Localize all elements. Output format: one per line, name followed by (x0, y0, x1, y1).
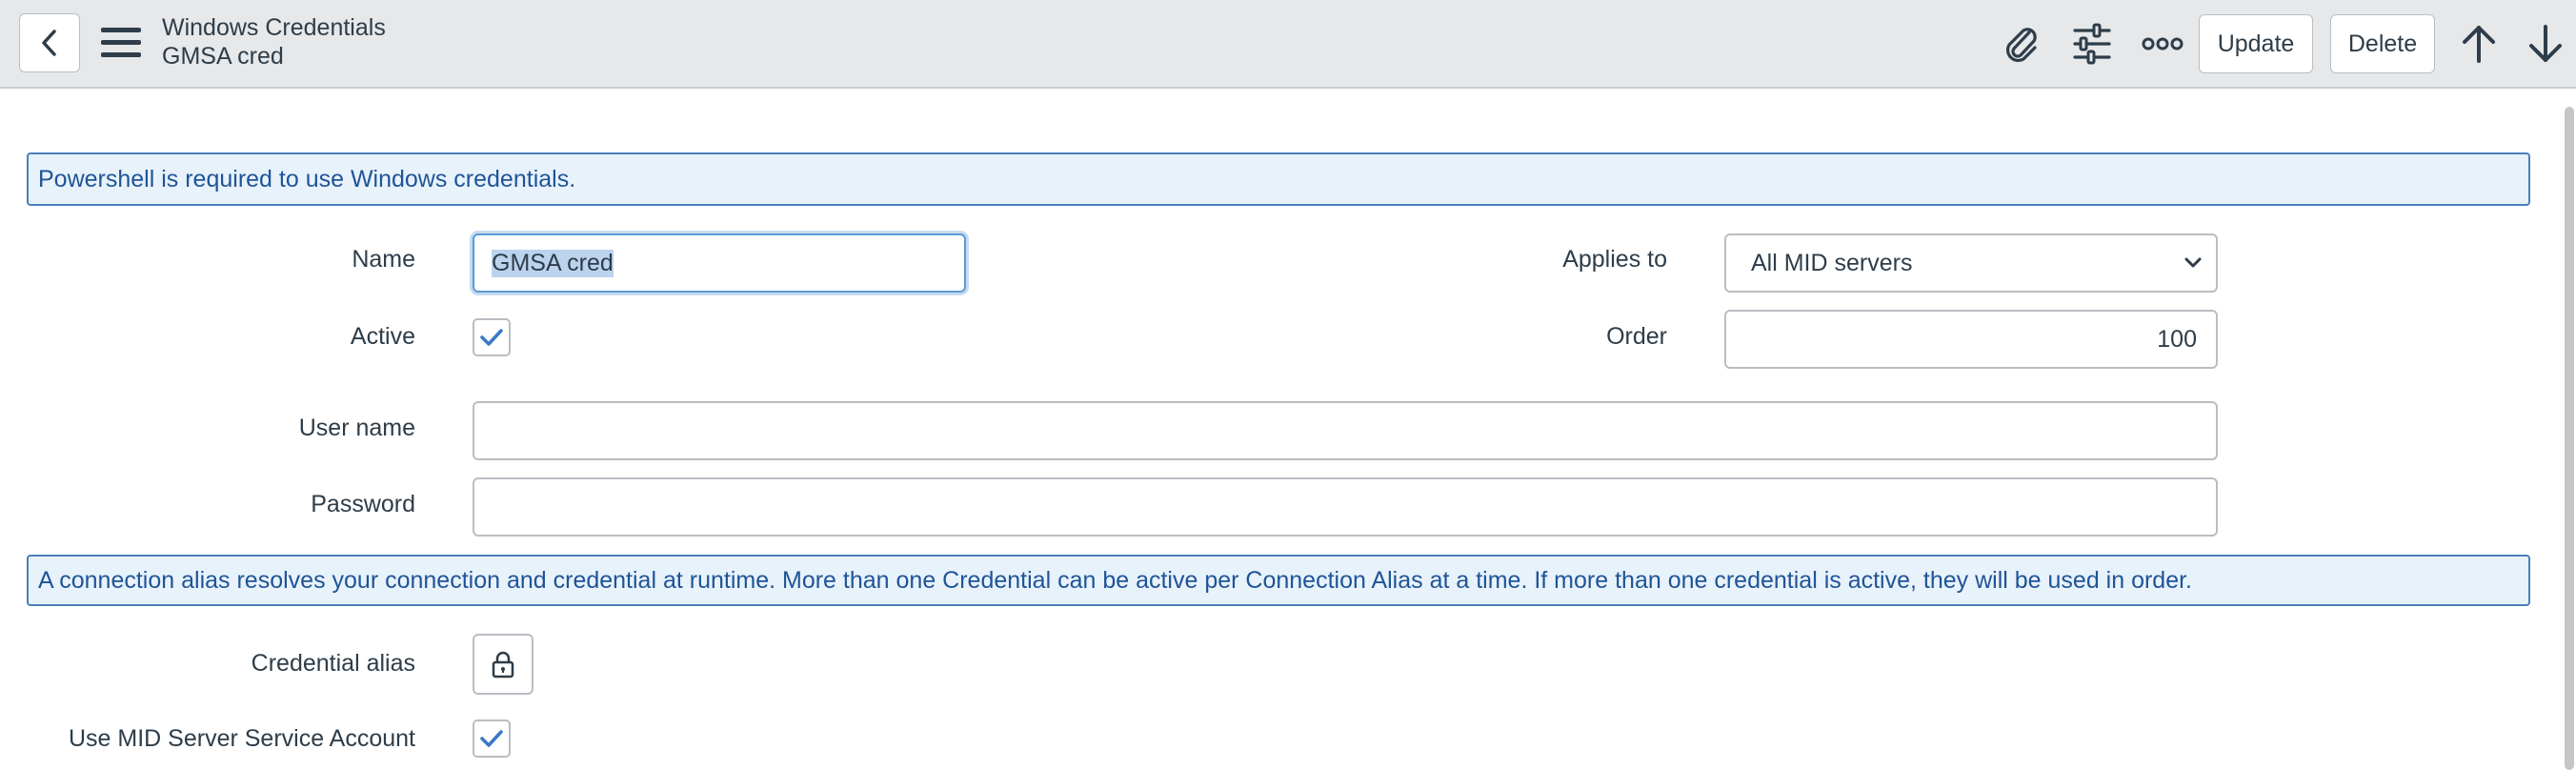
name-label: Name (352, 246, 415, 273)
info-banner-connection-alias: A connection alias resolves your connect… (27, 555, 2530, 606)
name-value: GMSA cred (492, 249, 614, 277)
use-mid-account-checkbox[interactable] (473, 719, 511, 758)
personalize-form-button[interactable] (2067, 19, 2117, 69)
password-input[interactable] (473, 477, 2218, 537)
previous-record-button[interactable] (2454, 19, 2504, 69)
chevron-down-icon (2184, 257, 2202, 268)
checkmark-icon (480, 730, 503, 747)
chevron-left-icon (42, 30, 56, 56)
order-label: Order (1606, 323, 1667, 350)
credential-alias-label: Credential alias (251, 650, 415, 677)
sliders-icon (2073, 23, 2111, 65)
delete-button[interactable]: Delete (2330, 14, 2435, 73)
next-record-button[interactable] (2521, 19, 2570, 69)
arrow-down-icon (2529, 25, 2562, 62)
table-title: Windows Credentials (162, 14, 386, 41)
use-mid-account-label: Use MID Server Service Account (68, 725, 415, 752)
more-options-button[interactable] (2138, 19, 2187, 69)
lock-icon (492, 651, 514, 679)
back-button[interactable] (19, 13, 80, 72)
update-button[interactable]: Update (2199, 14, 2313, 73)
form-header: Windows Credentials GMSA cred Update Del… (0, 0, 2576, 89)
record-title: Windows Credentials GMSA cred (162, 13, 386, 71)
attachment-button[interactable] (1997, 19, 2046, 69)
info-banner-powershell: Powershell is required to use Windows cr… (27, 152, 2530, 206)
vertical-scrollbar[interactable] (2565, 107, 2574, 770)
order-value: 100 (2157, 325, 2197, 353)
paperclip-icon (2005, 28, 2037, 63)
user-name-label: User name (298, 415, 415, 441)
applies-to-label: Applies to (1562, 246, 1667, 273)
applies-to-select[interactable]: All MID servers (1724, 233, 2218, 293)
more-options-icon (2142, 37, 2184, 51)
credential-alias-unlock-button[interactable] (473, 634, 533, 695)
active-checkbox[interactable] (473, 318, 511, 356)
banner-text: Powershell is required to use Windows cr… (38, 165, 576, 192)
checkmark-icon (480, 329, 503, 346)
record-display-name: GMSA cred (162, 43, 284, 70)
arrow-up-icon (2463, 26, 2495, 63)
banner-text: A connection alias resolves your connect… (38, 566, 2192, 594)
password-label: Password (311, 491, 415, 517)
applies-to-value: All MID servers (1751, 249, 1913, 276)
active-label: Active (350, 323, 415, 350)
order-input[interactable]: 100 (1724, 310, 2218, 369)
hamburger-menu-icon[interactable] (101, 27, 141, 59)
user-name-input[interactable] (473, 401, 2218, 460)
name-input[interactable]: GMSA cred (473, 233, 966, 293)
